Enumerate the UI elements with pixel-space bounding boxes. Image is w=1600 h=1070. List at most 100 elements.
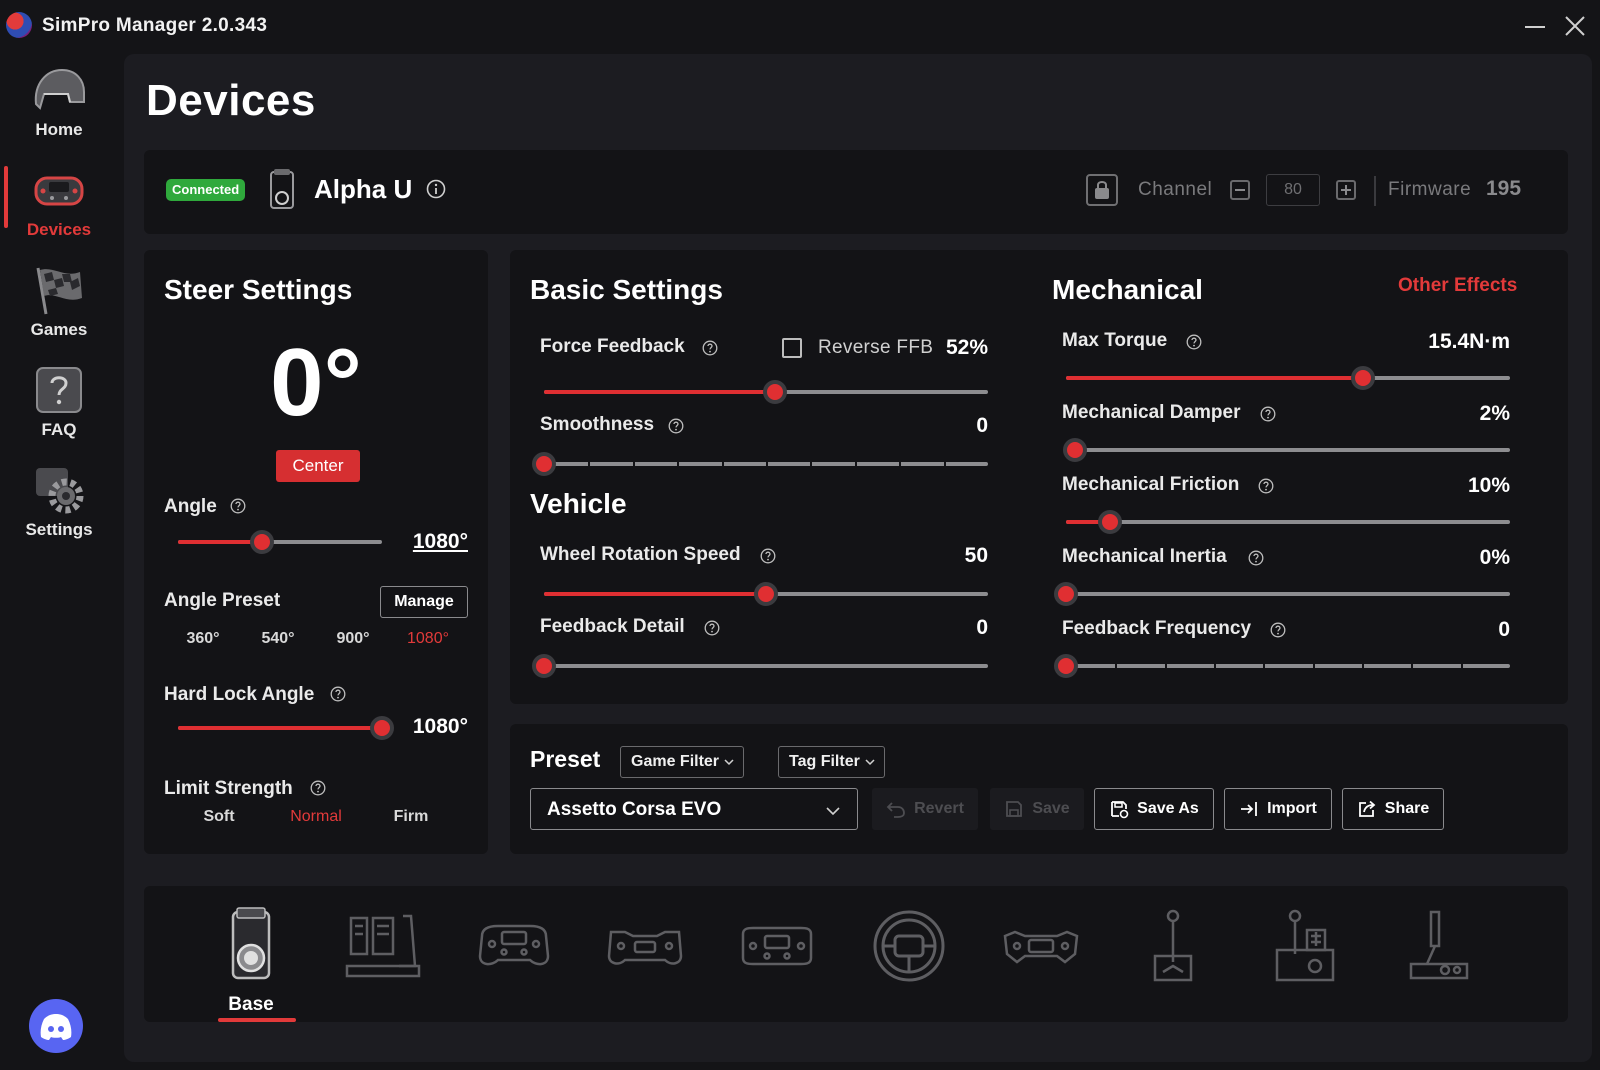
slider-thumb[interactable] — [1054, 582, 1078, 606]
limit-soft[interactable]: Soft — [184, 808, 254, 826]
tag-filter-dropdown[interactable]: Tag Filter — [778, 746, 885, 778]
preset-360[interactable]: 360° — [168, 630, 238, 648]
title-bar: SimPro Manager 2.0.343 — [0, 0, 1600, 54]
hard-lock-slider[interactable] — [178, 716, 394, 740]
angle-value[interactable]: 1080° — [413, 530, 468, 554]
save-as-label: Save As — [1137, 800, 1199, 817]
feedback-detail-label: Feedback Detail — [540, 616, 685, 637]
help-icon[interactable] — [1258, 478, 1274, 494]
device-type-h-shifter[interactable] — [1250, 898, 1360, 1010]
discord-icon[interactable] — [29, 999, 83, 1053]
slider-thumb[interactable] — [370, 716, 394, 740]
sidebar-item-home[interactable]: Home — [0, 58, 118, 146]
device-type-handbrake[interactable] — [1382, 898, 1492, 1010]
undo-icon — [886, 802, 905, 818]
wheel-rotation-speed-slider[interactable] — [544, 582, 988, 606]
h-shifter-icon — [1275, 909, 1335, 982]
device-type-butterfly-wheel[interactable] — [722, 898, 832, 1010]
help-icon[interactable] — [1186, 334, 1202, 350]
mechanical-friction-slider[interactable] — [1066, 510, 1510, 534]
info-icon[interactable] — [426, 179, 446, 199]
help-icon[interactable] — [230, 498, 246, 514]
main-panel: Devices Connected Alpha U Channel Firmwa… — [124, 54, 1592, 1062]
mechanical-friction-value: 10% — [1467, 474, 1510, 497]
device-type-base[interactable]: Base — [196, 898, 306, 1022]
feedback-frequency-slider[interactable] — [1054, 654, 1510, 678]
slider-track — [1066, 520, 1510, 524]
angle-slider[interactable] — [178, 530, 382, 554]
slider-thumb[interactable] — [249, 530, 274, 554]
max-torque-slider[interactable] — [1066, 366, 1510, 390]
preset-900[interactable]: 900° — [318, 630, 388, 648]
slider-thumb[interactable] — [532, 654, 556, 678]
device-type-yoke-wheel[interactable] — [986, 898, 1096, 1010]
channel-input[interactable] — [1266, 174, 1320, 206]
lock-button[interactable] — [1086, 174, 1118, 206]
slider-tick — [1213, 664, 1216, 668]
device-type-formula-wheel[interactable] — [459, 898, 569, 1010]
preset-select[interactable]: Assetto Corsa EVO — [530, 788, 858, 830]
save-label: Save — [1032, 800, 1070, 817]
sidebar-item-devices[interactable]: Devices — [0, 158, 118, 246]
sidebar-item-label: FAQ — [41, 420, 77, 439]
channel-decrement-button[interactable] — [1230, 180, 1250, 200]
smoothness-slider[interactable] — [532, 452, 988, 476]
feedback-detail-slider[interactable] — [532, 654, 988, 678]
slider-thumb[interactable] — [1098, 510, 1123, 534]
help-icon[interactable] — [760, 548, 776, 564]
sidebar-item-games[interactable]: Games — [0, 258, 118, 346]
help-icon[interactable] — [668, 418, 684, 434]
help-icon[interactable] — [704, 620, 720, 636]
help-icon[interactable] — [1270, 622, 1286, 638]
slider-thumb[interactable] — [762, 380, 787, 404]
force-feedback-slider[interactable] — [544, 380, 988, 404]
share-button[interactable]: Share — [1342, 788, 1444, 830]
help-icon[interactable] — [702, 340, 718, 356]
limit-firm[interactable]: Firm — [376, 808, 446, 826]
device-type-round-wheel[interactable] — [854, 898, 964, 1010]
mechanical-friction-label: Mechanical Friction — [1062, 474, 1240, 495]
divider — [1374, 176, 1376, 206]
share-icon — [1358, 800, 1376, 817]
slider-thumb[interactable] — [754, 582, 778, 606]
preset-1080[interactable]: 1080° — [393, 630, 463, 648]
import-button[interactable]: Import — [1224, 788, 1332, 830]
save-as-button[interactable]: Save As — [1094, 788, 1214, 830]
formula-wheel-icon — [478, 924, 550, 966]
smoothness-value: 0 — [976, 414, 988, 437]
save-button[interactable]: Save — [990, 788, 1084, 830]
help-icon[interactable] — [330, 686, 346, 702]
sidebar-item-label: Home — [35, 120, 83, 139]
mechanical-inertia-slider[interactable] — [1054, 582, 1510, 606]
help-icon[interactable] — [310, 780, 326, 796]
slider-thumb[interactable] — [532, 452, 556, 476]
slider-tick — [854, 462, 857, 466]
reverse-ffb-checkbox[interactable] — [782, 338, 802, 358]
channel-label: Channel — [1138, 179, 1213, 200]
slider-fill — [544, 390, 775, 394]
pedals-icon — [345, 914, 421, 978]
slider-thumb[interactable] — [1062, 438, 1087, 462]
help-icon[interactable] — [1260, 406, 1276, 422]
device-type-pedals[interactable] — [328, 898, 438, 1010]
mechanical-damper-slider[interactable] — [1062, 438, 1510, 462]
other-effects-link[interactable]: Other Effects — [1398, 275, 1517, 297]
slider-thumb[interactable] — [1054, 654, 1078, 678]
center-button[interactable]: Center — [276, 450, 360, 482]
revert-button[interactable]: Revert — [872, 788, 978, 830]
manage-button[interactable]: Manage — [380, 586, 468, 618]
channel-increment-button[interactable] — [1336, 180, 1356, 200]
sidebar-item-settings[interactable]: Settings — [0, 458, 118, 546]
slider-thumb[interactable] — [1351, 366, 1376, 390]
limit-normal[interactable]: Normal — [281, 808, 351, 826]
preset-540[interactable]: 540° — [243, 630, 313, 648]
minimize-icon[interactable] — [1523, 14, 1547, 38]
device-type-sequential-shifter[interactable] — [1118, 898, 1228, 1010]
game-filter-dropdown[interactable]: Game Filter — [620, 746, 745, 778]
reverse-ffb-label: Reverse FFB — [818, 337, 934, 358]
device-type-gt-wheel[interactable] — [590, 898, 700, 1010]
slider-tick — [943, 462, 946, 466]
close-icon[interactable] — [1563, 14, 1587, 38]
help-icon[interactable] — [1248, 550, 1264, 566]
sidebar-item-faq[interactable]: FAQ — [0, 358, 118, 446]
